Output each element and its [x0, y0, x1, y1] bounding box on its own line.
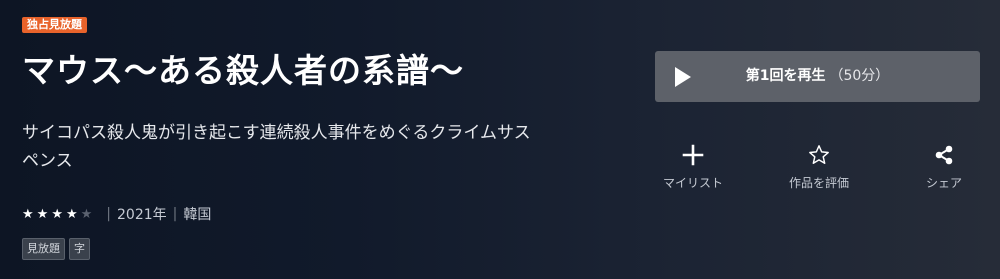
star-icon: ★: [22, 206, 34, 222]
star-icon: ★: [51, 206, 63, 222]
star-rating: ★ ★ ★ ★ ★: [22, 207, 92, 222]
divider: |: [172, 206, 178, 222]
meta-row: ★ ★ ★ ★ ★ | 2021年 | 韓国: [22, 204, 211, 224]
rate-label: 作品を評価: [788, 176, 849, 190]
play-button[interactable]: 第1回を再生 （50分）: [655, 51, 980, 102]
country: 韓国: [183, 207, 212, 223]
release-year: 2021年: [117, 207, 167, 223]
share-button[interactable]: シェア: [894, 142, 994, 191]
rate-button[interactable]: 作品を評価: [769, 142, 869, 191]
star-empty-icon: ★: [80, 206, 93, 222]
tag-list: 見放題 字: [22, 238, 90, 260]
share-icon: [894, 142, 994, 168]
description: サイコパス殺人鬼が引き起こす連続殺人事件をめぐるクライムサスペンス: [22, 123, 531, 171]
mylist-label: マイリスト: [662, 176, 723, 190]
exclusive-badge: 独占見放題: [22, 17, 87, 33]
star-outline-icon: [769, 142, 869, 168]
play-label: 第1回を再生: [745, 68, 826, 84]
page-title: マウス～ある殺人者の系譜～: [22, 51, 464, 90]
mylist-button[interactable]: マイリスト: [643, 142, 743, 191]
share-label: シェア: [925, 176, 962, 190]
tag-subtitle: 字: [69, 238, 90, 260]
plus-icon: [643, 142, 743, 168]
divider: |: [106, 206, 111, 222]
play-duration: （50分）: [829, 68, 890, 84]
star-icon: ★: [36, 206, 49, 222]
tag-unlimited: 見放題: [22, 238, 65, 260]
star-icon: ★: [65, 206, 78, 222]
